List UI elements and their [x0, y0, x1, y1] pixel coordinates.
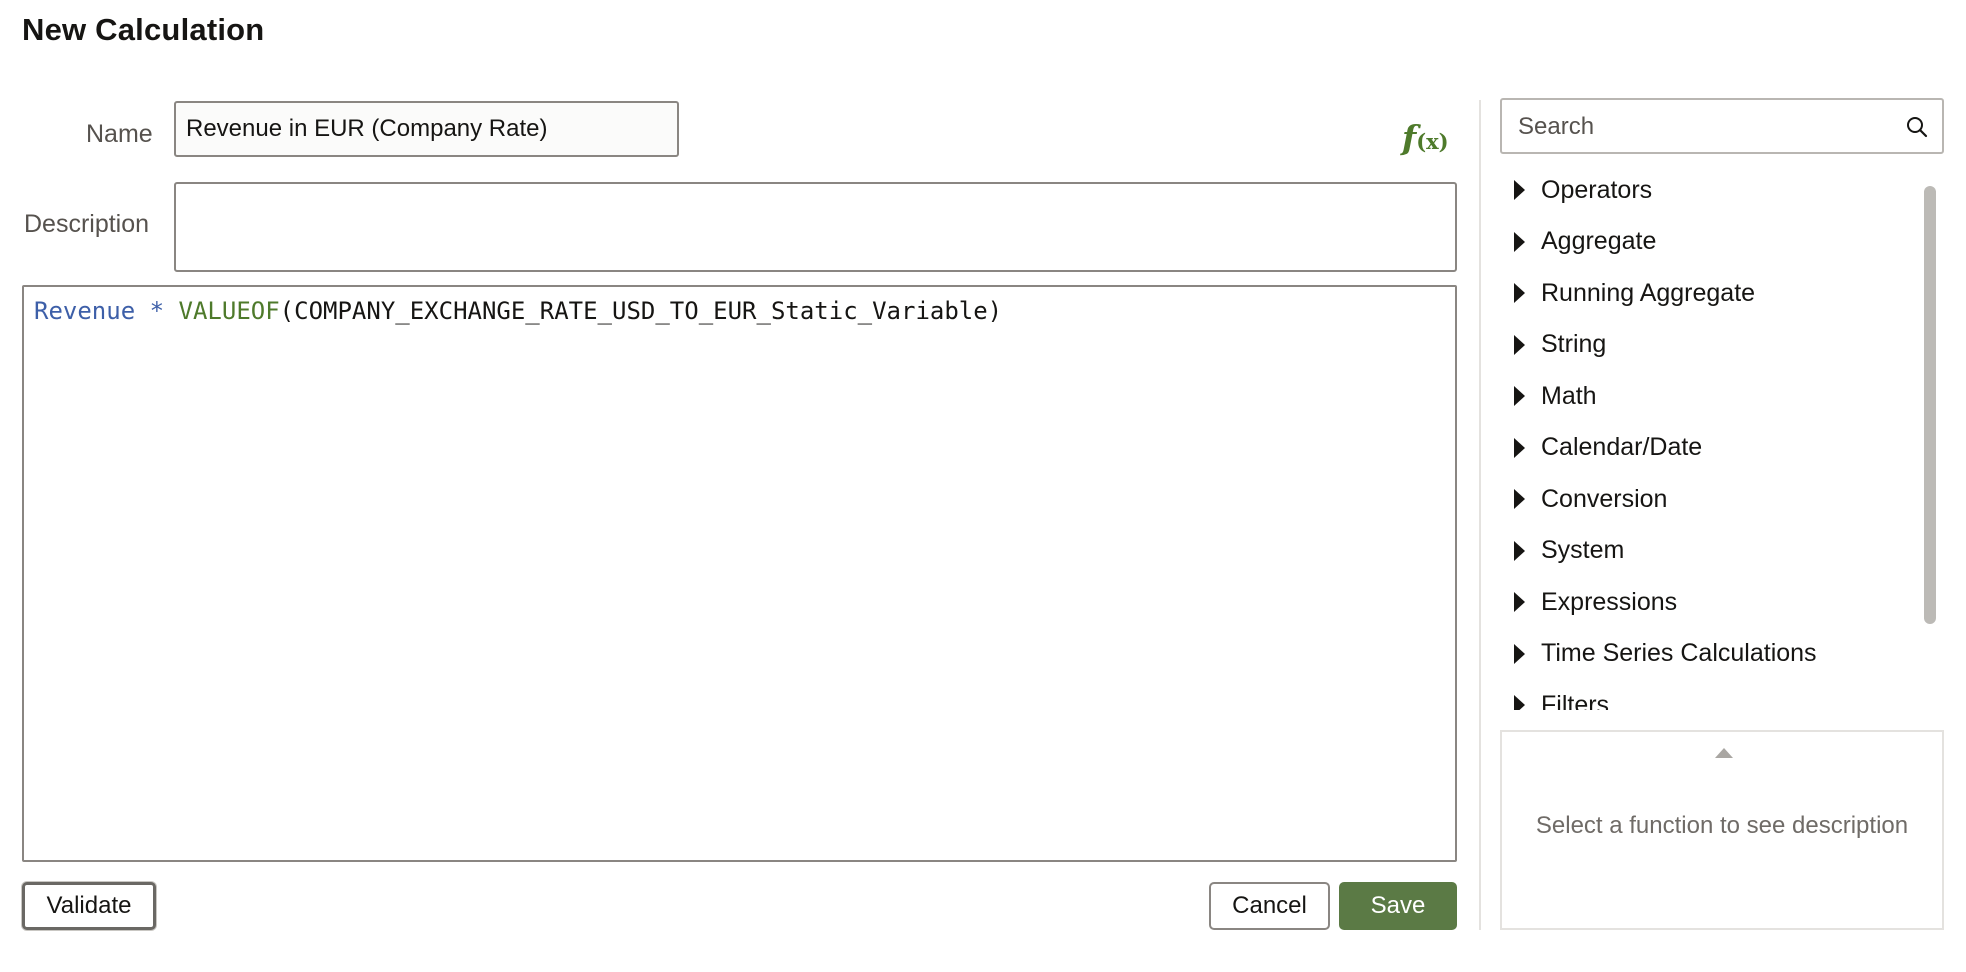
- panel-divider: [1479, 100, 1481, 930]
- description-label: Description: [24, 210, 150, 238]
- function-category-label: Aggregate: [1541, 227, 1657, 255]
- caret-right-icon: [1514, 283, 1525, 303]
- function-category-item[interactable]: System: [1500, 531, 1920, 571]
- function-category-label: Conversion: [1541, 484, 1668, 513]
- caret-right-icon: [1514, 592, 1525, 612]
- expression-token-space: [164, 297, 178, 325]
- search-box: [1500, 98, 1944, 154]
- collapse-arrow-icon[interactable]: [1715, 748, 1733, 758]
- caret-right-icon: [1514, 437, 1525, 458]
- expression-token-function: VALUEOF: [178, 297, 280, 325]
- expression-token-text: (COMPANY_EXCHANGE_RATE_USD_TO_EUR_Static…: [279, 297, 1003, 325]
- caret-right-icon: [1514, 180, 1525, 200]
- search-input[interactable]: [1516, 110, 1886, 144]
- function-description-hint: Select a function to see description: [1535, 812, 1909, 839]
- function-category-list: Operators Aggregate Running Aggregate Strin…: [1500, 170, 1944, 710]
- name-input[interactable]: [174, 101, 679, 157]
- save-button[interactable]: Save: [1339, 882, 1457, 930]
- function-category-label: String: [1541, 330, 1607, 358]
- function-category-label: Time Series Calculations: [1541, 639, 1817, 667]
- function-category-item[interactable]: Filters: [1500, 685, 1920, 710]
- function-category-label: Expressions: [1541, 587, 1678, 616]
- expression-line: Revenue * VALUEOF(COMPANY_EXCHANGE_RATE_…: [34, 297, 1002, 325]
- function-category-item[interactable]: Aggregate: [1500, 222, 1920, 262]
- expression-editor[interactable]: Revenue * VALUEOF(COMPANY_EXCHANGE_RATE_…: [22, 285, 1457, 862]
- function-icon[interactable]: f (x): [1402, 112, 1456, 154]
- function-category-label: Operators: [1541, 175, 1653, 204]
- function-category-label: Math: [1541, 381, 1597, 410]
- function-list-scrollbar[interactable]: [1924, 186, 1936, 624]
- function-category-label: Calendar/Date: [1541, 433, 1703, 461]
- function-category-item[interactable]: Time Series Calculations: [1500, 634, 1920, 674]
- expression-token-operator: *: [149, 297, 165, 325]
- function-icon-f: f: [1402, 118, 1417, 157]
- description-input[interactable]: [174, 182, 1457, 272]
- caret-right-icon: [1514, 334, 1525, 355]
- function-category-item[interactable]: String: [1500, 325, 1920, 365]
- function-category-item[interactable]: Running Aggregate: [1500, 273, 1920, 313]
- caret-right-icon: [1514, 386, 1525, 406]
- name-label: Name: [86, 120, 153, 148]
- caret-right-icon: [1514, 695, 1525, 710]
- function-category-label: Filters: [1541, 690, 1610, 711]
- cancel-button[interactable]: Cancel: [1209, 882, 1330, 930]
- page-title: New Calculation: [22, 12, 265, 47]
- validate-button[interactable]: Validate: [22, 882, 156, 930]
- function-category-item[interactable]: Math: [1500, 376, 1920, 416]
- function-category-item[interactable]: Operators: [1500, 170, 1920, 210]
- function-category-label: System: [1541, 536, 1625, 564]
- function-icon-x: (x): [1416, 129, 1449, 154]
- search-icon[interactable]: [1906, 116, 1928, 138]
- expression-token-column: Revenue: [34, 297, 136, 325]
- caret-right-icon: [1514, 643, 1525, 664]
- expression-token-space: [135, 297, 149, 325]
- function-description-panel: Select a function to see description: [1500, 730, 1944, 930]
- function-category-item[interactable]: Calendar/Date: [1500, 428, 1920, 468]
- caret-right-icon: [1514, 231, 1525, 252]
- caret-right-icon: [1514, 540, 1525, 561]
- function-category-label: Running Aggregate: [1541, 278, 1756, 307]
- function-category-item[interactable]: Conversion: [1500, 479, 1920, 519]
- function-category-item[interactable]: Expressions: [1500, 582, 1920, 622]
- caret-right-icon: [1514, 489, 1525, 509]
